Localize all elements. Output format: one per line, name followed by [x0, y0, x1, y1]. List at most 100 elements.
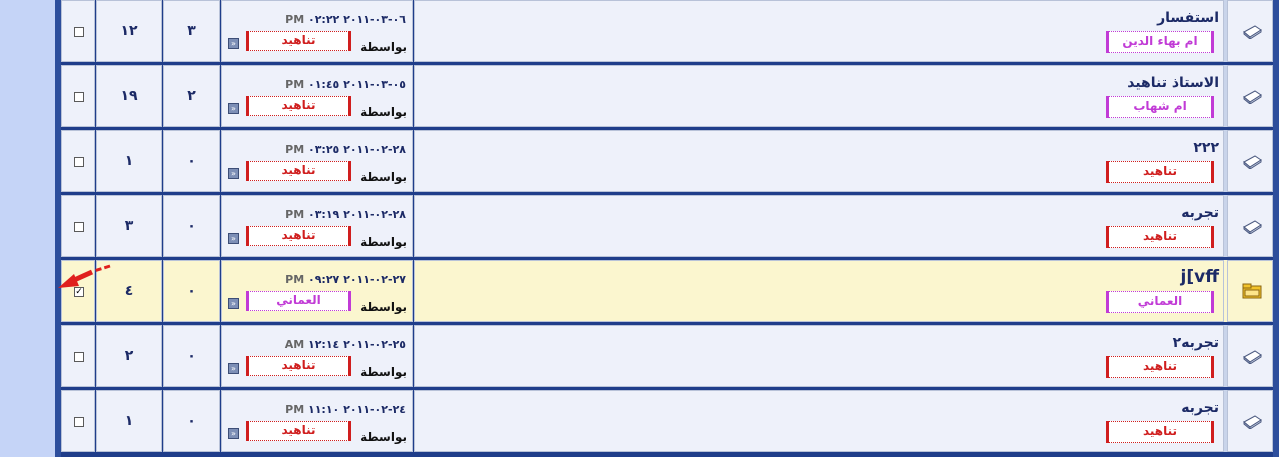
go-to-last-post-icon[interactable]: » [228, 233, 239, 244]
thread-title-link[interactable]: j[vff [1181, 267, 1219, 287]
thread-icon [1243, 25, 1262, 39]
replies-cell: ٠ [163, 130, 220, 192]
last-poster-link[interactable]: العماني [246, 291, 351, 311]
select-cell [61, 65, 95, 127]
last-poster-link[interactable]: تناهيد [246, 161, 351, 181]
replies-count: ٠ [187, 283, 196, 299]
go-to-last-post-icon[interactable]: » [228, 168, 239, 179]
by-label: بواسطة [360, 430, 407, 444]
views-count: ١ [124, 153, 134, 169]
by-label: بواسطة [360, 105, 407, 119]
last-post-cell: PM ٢٧-٠٢-٢٠١١ ٠٩:٢٧ بواسطة العماني » [221, 260, 413, 322]
replies-cell: ٠ [163, 195, 220, 257]
views-count: ١ [124, 413, 134, 429]
last-post-cell: AM ٢٥-٠٢-٢٠١١ ١٢:١٤ بواسطة تناهيد » [221, 325, 413, 387]
last-post-datetime: ٠٦-٠٣-٢٠١١ ٠٢:٢٢ [308, 13, 406, 26]
last-poster-link[interactable]: تناهيد [246, 226, 351, 246]
thread-title-cell: تجربه تناهيد [414, 390, 1224, 452]
thread-status-cell [1227, 65, 1273, 127]
thread-title-cell: ٢٢٢ تناهيد [414, 130, 1224, 192]
thread-title-link[interactable]: تجربه [1181, 400, 1219, 416]
thread-row[interactable]: ١ ٠ PM ٢٤-٠٢-٢٠١١ ١١:١٠ بواسطة تناهيد» تجربه ت… [61, 390, 1273, 453]
by-label: بواسطة [360, 40, 407, 54]
thread-status-cell [1227, 195, 1273, 257]
last-post-ampm: PM [285, 143, 305, 156]
thread-title-link[interactable]: ٢٢٢ [1193, 140, 1219, 156]
last-post-date: PM ٢٧-٠٢-٢٠١١ ٠٩:٢٧ [285, 273, 406, 286]
thread-select-checkbox[interactable] [74, 27, 84, 37]
views-count: ١٩ [120, 88, 138, 104]
thread-row[interactable]: ١٩ ٢ PM ٠٥-٠٣-٢٠١١ ٠١:٤٥ بواسطة تناهيد » الاست… [61, 65, 1273, 128]
select-cell [61, 390, 95, 452]
thread-author-link[interactable]: ام شهاب [1106, 96, 1214, 118]
left-margin [0, 0, 55, 457]
thread-title-link[interactable]: تجربه٢ [1173, 335, 1219, 351]
go-to-last-post-icon[interactable]: » [228, 298, 239, 309]
replies-count: ٠ [187, 413, 196, 429]
thread-status-cell [1227, 390, 1273, 452]
replies-count: ٠ [187, 348, 196, 364]
by-label: بواسطة [360, 365, 407, 379]
thread-author-link[interactable]: تناهيد [1106, 226, 1214, 248]
last-post-datetime: ٢٨-٠٢-٢٠١١ ٠٣:٢٥ [308, 143, 406, 156]
last-poster-link[interactable]: تناهيد [246, 421, 351, 441]
thread-row[interactable]: ٢ ٠ AM ٢٥-٠٢-٢٠١١ ١٢:١٤ بواسطة تناهيد » تجربه٢… [61, 325, 1273, 388]
views-count: ٣ [124, 218, 134, 234]
thread-row[interactable]: ١ ٠ PM ٢٨-٠٢-٢٠١١ ٠٣:٢٥ بواسطة تناهيد » ٢٢٢ تنا… [61, 130, 1273, 193]
last-post-date: PM ٢٨-٠٢-٢٠١١ ٠٣:٢٥ [285, 143, 406, 156]
select-cell [61, 0, 95, 62]
thread-row[interactable]: ١٢ ٣ PM ٠٦-٠٣-٢٠١١ ٠٢:٢٢ بواسطة تناهيد » استفس… [61, 0, 1273, 63]
thread-title-link[interactable]: استفسار [1157, 10, 1219, 26]
last-post-ampm: PM [285, 273, 305, 286]
last-poster-link[interactable]: تناهيد [246, 356, 351, 376]
thread-author-link[interactable]: تناهيد [1106, 356, 1214, 378]
views-cell: ١ [96, 130, 162, 192]
thread-title-link[interactable]: الاستاذ تناهيد [1127, 75, 1219, 91]
thread-select-checkbox[interactable] [74, 352, 84, 362]
thread-icon [1243, 220, 1262, 234]
last-post-date: PM ٠٦-٠٣-٢٠١١ ٠٢:٢٢ [285, 13, 406, 26]
go-to-last-post-icon[interactable]: » [228, 103, 239, 114]
thread-author-link[interactable]: تناهيد [1106, 421, 1214, 443]
thread-author-link[interactable]: العماني [1106, 291, 1214, 313]
replies-cell: ٠ [163, 325, 220, 387]
last-poster-link[interactable]: تناهيد [246, 96, 351, 116]
last-post-datetime: ٢٨-٠٢-٢٠١١ ٠٣:١٩ [308, 208, 406, 221]
last-post-cell: PM ٠٦-٠٣-٢٠١١ ٠٢:٢٢ بواسطة تناهيد » [221, 0, 413, 62]
thread-icon [1243, 350, 1262, 364]
last-post-ampm: PM [285, 403, 305, 416]
select-cell [61, 130, 95, 192]
thread-status-cell [1227, 130, 1273, 192]
go-to-last-post-icon[interactable]: » [228, 38, 239, 49]
last-post-ampm: PM [285, 208, 305, 221]
replies-count: ٠ [187, 153, 196, 169]
thread-title-cell: الاستاذ تناهيد ام شهاب [414, 65, 1224, 127]
thread-author-link[interactable]: ام بهاء الدين [1106, 31, 1214, 53]
thread-list-table: ١٢ ٣ PM ٠٦-٠٣-٢٠١١ ٠٢:٢٢ بواسطة تناهيد» استفس… [61, 0, 1273, 457]
views-count: ٢ [124, 348, 134, 364]
views-cell: ١٢ [96, 0, 162, 62]
last-post-cell: PM ٠٥-٠٣-٢٠١١ ٠١:٤٥ بواسطة تناهيد » [221, 65, 413, 127]
thread-title-cell: استفسار ام بهاء الدين [414, 0, 1224, 62]
select-cell [61, 325, 95, 387]
replies-cell: ٠ [163, 260, 220, 322]
views-count: ١٢ [120, 23, 138, 39]
last-poster-link[interactable]: تناهيد [246, 31, 351, 51]
go-to-last-post-icon[interactable]: » [228, 363, 239, 374]
thread-select-checkbox[interactable] [74, 417, 84, 427]
thread-select-checkbox[interactable] [74, 157, 84, 167]
thread-select-checkbox[interactable] [74, 92, 84, 102]
thread-title-cell: تجربه٢ تناهيد [414, 325, 1224, 387]
thread-title-cell: j[vff العماني [414, 260, 1224, 322]
thread-icon [1243, 155, 1262, 169]
right-frame-border [1273, 0, 1279, 457]
thread-title-link[interactable]: تجربه [1181, 205, 1219, 221]
thread-row[interactable]: ٣ ٠ PM ٢٨-٠٢-٢٠١١ ٠٣:١٩ بواسطة تناهيد» تجربه ت… [61, 195, 1273, 258]
thread-select-checkbox[interactable] [74, 222, 84, 232]
thread-icon [1243, 415, 1262, 429]
thread-author-link[interactable]: تناهيد [1106, 161, 1214, 183]
last-post-datetime: ٢٤-٠٢-٢٠١١ ١١:١٠ [308, 403, 406, 416]
replies-count: ٠ [187, 218, 196, 234]
thread-row[interactable]: ✓ ٤ ٠ PM ٢٧-٠٢-٢٠١١ ٠٩:٢٧ بواسطة العماني» j[vf… [61, 260, 1273, 323]
go-to-last-post-icon[interactable]: » [228, 428, 239, 439]
